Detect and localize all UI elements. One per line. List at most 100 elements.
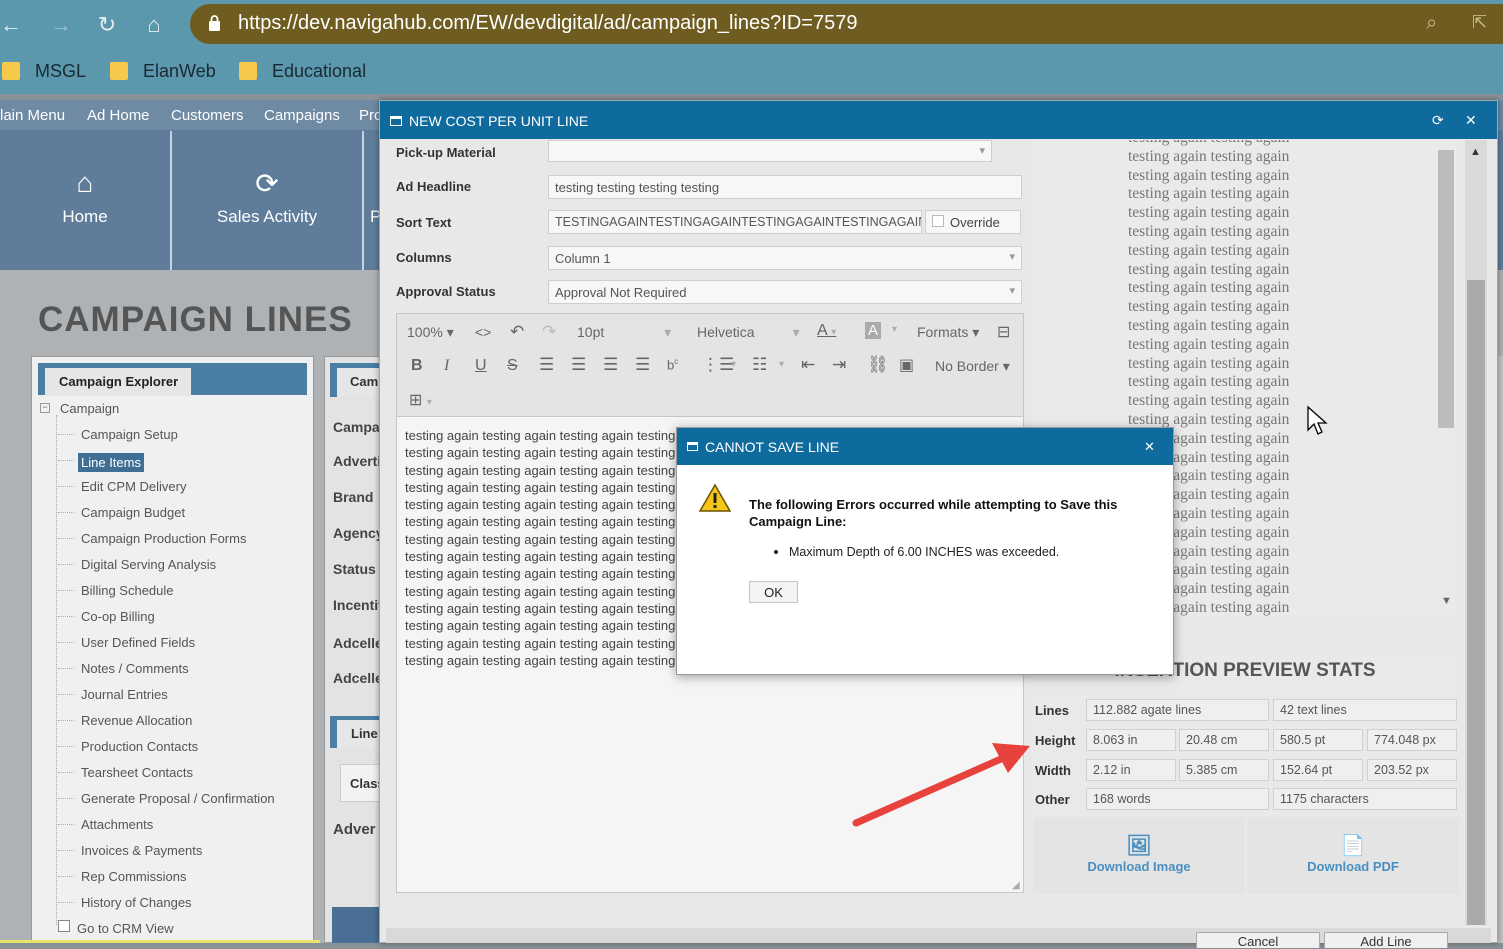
reload-icon[interactable]: ↻ bbox=[90, 8, 124, 42]
explorer-item[interactable]: Journal Entries bbox=[81, 687, 168, 702]
detail-tab[interactable]: Cam bbox=[337, 368, 384, 397]
bookmark-msgl[interactable]: MSGL bbox=[35, 61, 86, 82]
tree-root-campaign[interactable]: Campaign bbox=[60, 401, 119, 416]
align-center-icon[interactable]: ☰ bbox=[571, 355, 586, 375]
explorer-item[interactable]: User Defined Fields bbox=[81, 635, 195, 650]
outdent-icon[interactable]: ⇤ bbox=[801, 355, 815, 375]
download-pdf-button[interactable]: 📄 Download PDF bbox=[1247, 817, 1459, 894]
zoom-select[interactable]: 100% ▾ bbox=[407, 324, 454, 341]
menu-customers[interactable]: Customers bbox=[171, 107, 244, 124]
border-select[interactable]: No Border ▾ bbox=[935, 358, 1010, 375]
explorer-item[interactable]: Campaign Budget bbox=[81, 505, 185, 520]
sort-text-input[interactable]: TESTINGAGAINTESTINGAGAINTESTINGAGAINTEST… bbox=[548, 210, 922, 234]
highlight-dropdown-icon[interactable]: ▾ bbox=[892, 324, 897, 335]
italic-icon[interactable]: I bbox=[444, 357, 449, 375]
bookmark-educational[interactable]: Educational bbox=[272, 61, 366, 82]
search-icon[interactable]: ⌕ bbox=[1426, 12, 1437, 35]
align-left-icon[interactable]: ☰ bbox=[539, 355, 554, 375]
close-icon[interactable]: ✕ bbox=[1465, 112, 1477, 129]
explorer-item[interactable]: Line Items bbox=[78, 453, 144, 472]
explorer-item[interactable]: Tearsheet Contacts bbox=[81, 765, 193, 780]
link-icon[interactable]: ⛓ bbox=[867, 355, 889, 375]
scroll-down-icon[interactable]: ▼ bbox=[1441, 595, 1452, 607]
download-pdf-label: Download PDF bbox=[1307, 859, 1399, 874]
explorer-item[interactable]: Invoices & Payments bbox=[81, 843, 202, 858]
explorer-item[interactable]: Billing Schedule bbox=[81, 583, 174, 598]
scroll-up-icon[interactable]: ▲ bbox=[1470, 146, 1481, 158]
back-icon[interactable]: ← bbox=[0, 8, 28, 42]
approval-status-select[interactable]: Approval Not Required bbox=[548, 280, 1022, 304]
cancel-button[interactable]: Cancel bbox=[1196, 932, 1320, 949]
close-icon[interactable]: ✕ bbox=[1144, 439, 1155, 455]
editor-content[interactable]: testing again testing again testing agai… bbox=[405, 427, 675, 669]
explorer-tab[interactable]: Campaign Explorer bbox=[45, 368, 191, 396]
indent-icon[interactable]: ⇥ bbox=[832, 355, 846, 375]
tile-home[interactable]: ⌂ Home bbox=[0, 131, 172, 270]
explorer-item[interactable]: Campaign Setup bbox=[81, 427, 178, 442]
formats-select[interactable]: Formats ▾ bbox=[917, 324, 979, 341]
align-right-icon[interactable]: ☰ bbox=[603, 355, 618, 375]
home-browser-icon[interactable]: ⌂ bbox=[137, 8, 171, 42]
refresh-icon[interactable]: ⟳ bbox=[1432, 112, 1444, 129]
redo-icon[interactable]: ↷ bbox=[542, 322, 556, 342]
explorer-item[interactable]: Generate Proposal / Confirmation bbox=[81, 791, 275, 806]
ad-headline-input[interactable]: testing testing testing testing bbox=[548, 175, 1022, 199]
preview-line: testing again testing again bbox=[1128, 298, 1290, 316]
strikethrough-icon[interactable]: S bbox=[507, 357, 518, 375]
bullet-dropdown-icon[interactable]: ▾ bbox=[731, 359, 736, 370]
table-icon[interactable]: ⊞ ▾ bbox=[409, 390, 432, 410]
code-icon[interactable]: <> bbox=[475, 324, 491, 340]
fullscreen-icon[interactable]: ⊟ bbox=[997, 322, 1010, 342]
folder-icon bbox=[239, 62, 257, 80]
text-color-icon[interactable]: A ▾ bbox=[817, 322, 836, 340]
pickup-material-select[interactable] bbox=[548, 140, 992, 162]
explorer-item[interactable]: History of Changes bbox=[81, 895, 192, 910]
numbered-list-icon[interactable]: ☷ bbox=[752, 355, 767, 375]
share-icon[interactable]: ⇱ bbox=[1472, 12, 1487, 33]
clear-format-icon[interactable]: bc bbox=[667, 357, 678, 372]
menu-campaigns[interactable]: Campaigns bbox=[264, 107, 340, 124]
explorer-item[interactable]: Edit CPM Delivery bbox=[81, 479, 186, 494]
resize-handle-icon[interactable]: ◢ bbox=[1012, 880, 1020, 891]
class-field[interactable]: Class bbox=[340, 764, 385, 802]
override-checkbox[interactable] bbox=[932, 215, 944, 227]
zoom-value: 100% bbox=[407, 324, 443, 340]
explorer-item[interactable]: Co-op Billing bbox=[81, 609, 155, 624]
download-image-button[interactable]: 🖼 Download Image bbox=[1033, 817, 1245, 894]
justify-icon[interactable]: ☰ bbox=[635, 355, 650, 375]
line-tab[interactable]: Line bbox=[337, 720, 384, 748]
font-family-select[interactable]: Helvetica ▾ bbox=[697, 324, 800, 341]
tile-sales-activity[interactable]: ⟳ Sales Activity bbox=[172, 131, 364, 270]
explorer-item[interactable]: Attachments bbox=[81, 817, 153, 832]
columns-select[interactable]: Column 1 bbox=[548, 246, 1022, 270]
highlight-color-icon[interactable]: A bbox=[865, 322, 882, 339]
bookmark-elanweb[interactable]: ElanWeb bbox=[143, 61, 216, 82]
font-size-select[interactable]: 10pt ▾ bbox=[577, 324, 671, 341]
collapse-icon[interactable]: − bbox=[40, 403, 50, 413]
menu-ad-home[interactable]: Ad Home bbox=[87, 107, 150, 124]
image-icon[interactable]: ▣ bbox=[899, 355, 914, 375]
explorer-item[interactable]: Campaign Production Forms bbox=[81, 531, 246, 546]
explorer-item[interactable]: Digital Serving Analysis bbox=[81, 557, 216, 572]
forward-icon[interactable]: → bbox=[44, 8, 78, 42]
explorer-item[interactable]: Revenue Allocation bbox=[81, 713, 192, 728]
columns-label: Columns bbox=[396, 250, 452, 265]
go-to-crm-view-link[interactable]: Go to CRM View bbox=[77, 921, 174, 936]
underline-icon[interactable]: U bbox=[475, 357, 487, 375]
modal-scroll-thumb[interactable] bbox=[1467, 280, 1485, 925]
explorer-item[interactable]: Production Contacts bbox=[81, 739, 198, 754]
undo-icon[interactable]: ↶ bbox=[510, 322, 524, 342]
grid-header bbox=[332, 907, 384, 943]
menu-main[interactable]: lain Menu bbox=[0, 107, 65, 124]
bold-icon[interactable]: B bbox=[411, 357, 423, 375]
explorer-item[interactable]: Rep Commissions bbox=[81, 869, 186, 884]
preview-scroll-thumb[interactable] bbox=[1438, 150, 1454, 428]
editor-line: testing again testing again testing agai… bbox=[405, 497, 675, 513]
tree-connector bbox=[58, 668, 74, 669]
bullet-list-icon[interactable]: ⋮☰ bbox=[702, 355, 734, 375]
ok-button[interactable]: OK bbox=[749, 581, 798, 603]
url-text[interactable]: https://dev.navigahub.com/EW/devdigital/… bbox=[238, 12, 857, 35]
add-line-button[interactable]: Add Line bbox=[1324, 932, 1448, 949]
numbered-dropdown-icon[interactable]: ▾ bbox=[779, 359, 784, 370]
explorer-item[interactable]: Notes / Comments bbox=[81, 661, 189, 676]
